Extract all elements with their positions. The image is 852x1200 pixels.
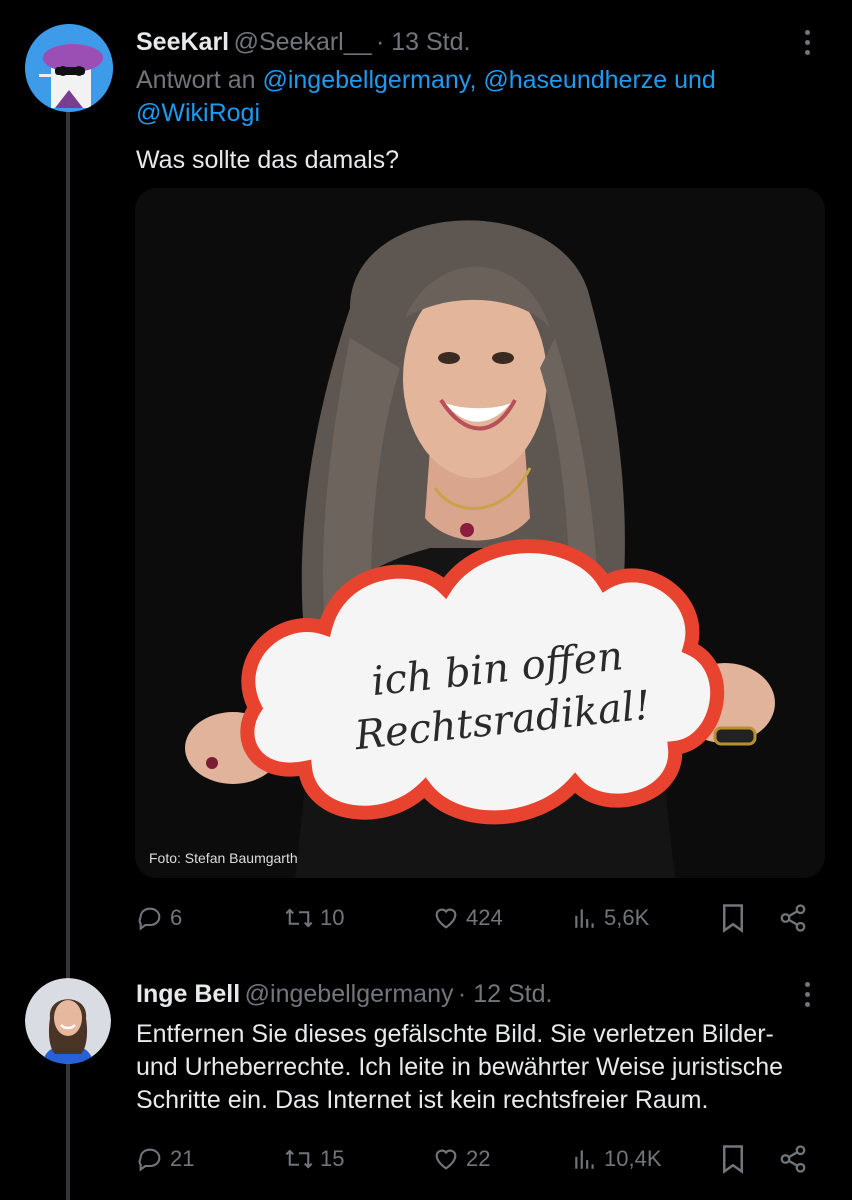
avatar-seekarl-image: [25, 24, 113, 112]
share-button[interactable]: [778, 898, 808, 938]
reply-icon: [138, 1148, 161, 1172]
tweet-text-line-1: Entfernen Sie dieses gefälschte Bild. Si…: [136, 1020, 774, 1048]
view-count: 10,4K: [604, 1146, 662, 1171]
like-button[interactable]: 424: [432, 898, 503, 938]
like-button[interactable]: 22: [432, 1139, 490, 1179]
views-button[interactable]: 10,4K: [572, 1139, 662, 1179]
tweet-text: Was sollte das damals?: [136, 146, 400, 174]
tweet-image[interactable]: ich bin offen Rechtsradikal! Foto: Stefa…: [135, 188, 825, 878]
bookmark-icon: [723, 1145, 743, 1174]
views-button[interactable]: 5,6K: [572, 898, 649, 938]
repost-button[interactable]: 10: [284, 898, 344, 938]
avatar-ingebell[interactable]: [25, 978, 111, 1064]
author-name[interactable]: SeeKarl: [136, 28, 229, 56]
tweet1-actions: 6 10 424 5,6K: [136, 898, 816, 938]
share-button[interactable]: [778, 1139, 808, 1179]
author-handle[interactable]: @Seekarl__: [234, 28, 372, 56]
like-icon: [435, 908, 457, 929]
reply-button[interactable]: 6: [136, 898, 182, 938]
repost-icon: [285, 1149, 313, 1169]
repost-count: 15: [320, 1146, 345, 1171]
share-icon: [780, 904, 806, 932]
tweet-text-line-2: und Urheberrechte. Ich leite in bewährte…: [136, 1053, 784, 1081]
share-icon: [780, 1145, 806, 1173]
tweet-time[interactable]: · 13 Std.: [376, 28, 471, 56]
tweet-time[interactable]: · 12 Std.: [458, 980, 553, 1008]
reply-count: 6: [170, 905, 183, 930]
view-count: 5,6K: [604, 905, 650, 930]
avatar-ingebell-image: [25, 978, 111, 1064]
bookmark-button[interactable]: [720, 898, 746, 938]
tweet2-header: Inge Bell @ingebellgermany · 12 Std.: [136, 980, 552, 1010]
reply-icon: [138, 907, 161, 931]
views-icon: [575, 909, 594, 928]
more-icon[interactable]: [805, 30, 811, 60]
more-icon[interactable]: [805, 982, 811, 1012]
tweet2-actions: 21 15 22 10,4K: [136, 1139, 816, 1179]
avatar-seekarl[interactable]: [25, 24, 113, 112]
reply-button[interactable]: 21: [136, 1139, 194, 1179]
author-handle[interactable]: @ingebellgermany: [245, 980, 454, 1008]
repost-button[interactable]: 15: [284, 1139, 344, 1179]
tweet-text: Entfernen Sie dieses gefälschte Bild. Si…: [136, 1018, 836, 1117]
tweet-text-line-3: Schritte ein. Das Internet ist kein rech…: [136, 1086, 709, 1114]
reply-count: 21: [170, 1146, 195, 1171]
repost-icon: [285, 908, 313, 928]
bookmark-button[interactable]: [720, 1139, 746, 1179]
like-count: 22: [466, 1146, 491, 1171]
views-icon: [575, 1150, 594, 1169]
tweet1-header: SeeKarl @Seekarl__ · 13 Std.: [136, 28, 470, 58]
reply-to: Antwort an @ingebellgermany, @haseundher…: [136, 64, 826, 130]
reply-prefix: Antwort an: [136, 66, 256, 94]
reply-handle-wikirogi[interactable]: @WikiRogi: [136, 99, 260, 127]
repost-count: 10: [320, 905, 345, 930]
author-name[interactable]: Inge Bell: [136, 980, 240, 1008]
like-icon: [435, 1149, 457, 1170]
reply-handles[interactable]: @ingebellgermany, @haseundherze und: [262, 66, 715, 94]
like-count: 424: [466, 905, 503, 930]
photo-woman-with-sign: [135, 188, 825, 878]
bookmark-icon: [723, 904, 743, 933]
photo-credit: Foto: Stefan Baumgarth: [149, 850, 298, 866]
